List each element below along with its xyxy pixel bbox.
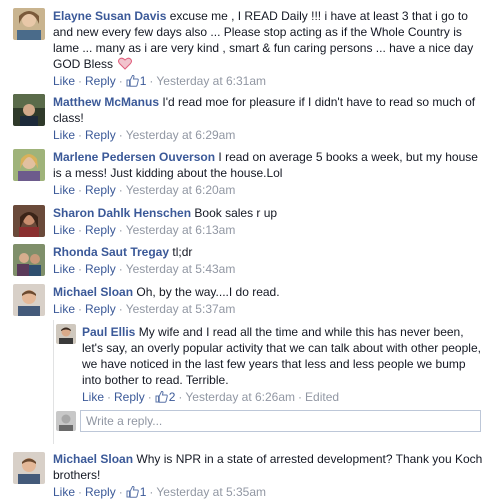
reply-link[interactable]: Reply <box>114 390 145 404</box>
reply-input[interactable]: Write a reply... <box>80 410 481 432</box>
like-link[interactable]: Like <box>53 262 75 276</box>
comment-actions: Like · Reply · 1 · Yesterday at 5:35am <box>53 485 267 499</box>
edited-label[interactable]: Edited <box>305 390 339 404</box>
commenter-name[interactable]: Rhonda Saut Tregay <box>53 245 169 259</box>
reply-link[interactable]: Reply <box>85 302 116 316</box>
avatar[interactable] <box>13 8 45 40</box>
comment-actions: Like · Reply · 1 · Yesterday at 6:31am <box>53 74 267 88</box>
current-user-avatar <box>56 411 76 431</box>
timestamp[interactable]: Yesterday at 6:13am <box>126 223 236 237</box>
heart-icon <box>118 57 133 70</box>
comment-text: tl;dr <box>172 245 193 259</box>
timestamp[interactable]: Yesterday at 6:26am <box>185 390 295 404</box>
comment-actions: Like · Reply · 2 · Yesterday at 6:26am · Edited <box>82 390 340 404</box>
timestamp[interactable]: Yesterday at 6:31am <box>156 74 266 88</box>
timestamp[interactable]: Yesterday at 5:35am <box>156 485 266 499</box>
commenter-name[interactable]: Michael Sloan <box>53 452 133 466</box>
avatar[interactable] <box>13 452 45 484</box>
avatar[interactable] <box>13 284 45 316</box>
like-link[interactable]: Like <box>53 183 75 197</box>
reply-link[interactable]: Reply <box>85 183 116 197</box>
timestamp[interactable]: Yesterday at 6:20am <box>126 183 236 197</box>
comment-actions: Like · Reply · Yesterday at 6:13am <box>53 223 236 237</box>
comment-actions: Like · Reply · Yesterday at 6:20am <box>53 183 236 197</box>
comment-actions: Like · Reply · Yesterday at 5:37am <box>53 302 236 316</box>
like-link[interactable]: Like <box>82 390 104 404</box>
commenter-name[interactable]: Matthew McManus <box>53 95 159 109</box>
like-link[interactable]: Like <box>53 128 75 142</box>
thumbs-up-icon[interactable] <box>126 74 139 87</box>
reply-link[interactable]: Reply <box>85 74 116 88</box>
timestamp[interactable]: Yesterday at 5:43am <box>126 262 236 276</box>
commenter-name[interactable]: Sharon Dahlk Henschen <box>53 206 191 220</box>
reply-link[interactable]: Reply <box>85 128 116 142</box>
reply-link[interactable]: Reply <box>85 223 116 237</box>
like-link[interactable]: Like <box>53 302 75 316</box>
thumbs-up-icon[interactable] <box>126 485 139 498</box>
avatar[interactable] <box>13 149 45 181</box>
like-link[interactable]: Like <box>53 485 75 499</box>
avatar[interactable] <box>13 94 45 126</box>
timestamp[interactable]: Yesterday at 6:29am <box>126 128 236 142</box>
comment-actions: Like · Reply · Yesterday at 5:43am <box>53 262 236 276</box>
commenter-name[interactable]: Paul Ellis <box>82 325 135 339</box>
thumbs-up-icon[interactable] <box>155 390 168 403</box>
avatar[interactable] <box>13 244 45 276</box>
like-link[interactable]: Like <box>53 223 75 237</box>
reply-link[interactable]: Reply <box>85 262 116 276</box>
like-link[interactable]: Like <box>53 74 75 88</box>
commenter-name[interactable]: Michael Sloan <box>53 285 133 299</box>
commenter-name[interactable]: Marlene Pedersen Ouverson <box>53 150 215 164</box>
commenter-name[interactable]: Elayne Susan Davis <box>53 9 166 23</box>
avatar[interactable] <box>56 324 76 344</box>
avatar[interactable] <box>13 205 45 237</box>
comment-actions: Like · Reply · Yesterday at 6:29am <box>53 128 236 142</box>
comment-text: Book sales r up <box>194 206 278 220</box>
comment-text: Oh, by the way....I do read. <box>136 285 280 299</box>
timestamp[interactable]: Yesterday at 5:37am <box>126 302 236 316</box>
comment-text: My wife and I read all the time and whil… <box>82 325 481 387</box>
reply-link[interactable]: Reply <box>85 485 116 499</box>
